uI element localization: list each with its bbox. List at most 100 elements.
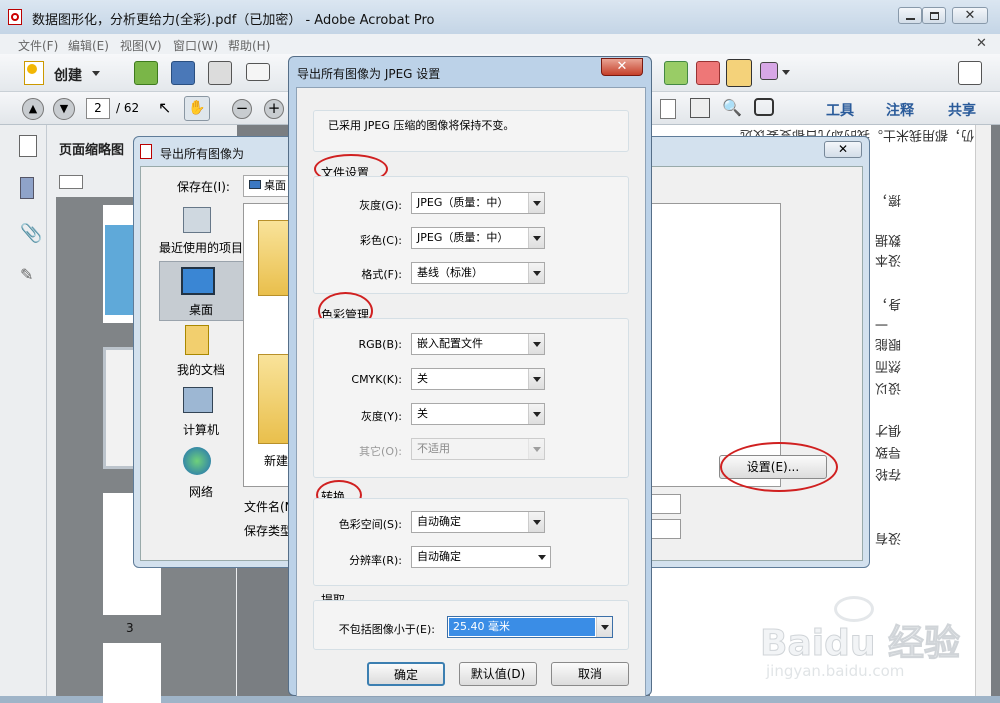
cmyk-select[interactable]: 关 (411, 368, 545, 390)
signature-icon[interactable]: ✎ (20, 265, 33, 284)
menu-view[interactable]: 视图(V) (120, 37, 162, 54)
create-button-label[interactable]: 创建 (54, 65, 82, 85)
place-recent-items[interactable]: 最近使用的项目 (151, 239, 251, 256)
desktop-icon (181, 267, 215, 295)
menu-bar: 文件(F) 编辑(E) 视图(V) 窗口(W) 帮助(H) ✕ (0, 34, 1000, 54)
close-window-button[interactable]: ✕ (952, 7, 988, 24)
exclude-label: 不包括图像小于(E): (338, 623, 435, 636)
rgb-select[interactable]: 嵌入配置文件 (411, 333, 545, 355)
thumbnail-options-icon[interactable] (59, 175, 83, 189)
gray-select[interactable]: 关 (411, 403, 545, 425)
chevron-down-icon (596, 617, 612, 637)
email-icon[interactable] (246, 63, 270, 81)
zoom-out-icon[interactable]: − (232, 99, 252, 119)
cancel-button[interactable]: 取消 (551, 662, 629, 686)
place-network[interactable]: 网络 (151, 483, 251, 500)
binoculars-icon[interactable] (754, 98, 774, 116)
menu-window[interactable]: 窗口(W) (173, 37, 218, 54)
next-page-icon[interactable]: ▼ (53, 98, 75, 120)
doc-text-line-12: 存轮 (875, 466, 902, 481)
info-box: 已采用 JPEG 压缩的图像将保持不变。 (313, 110, 629, 152)
recent-items-icon (183, 207, 211, 233)
doc-text-line-8: 然而 (875, 358, 902, 373)
grayscale-label: 灰度(G): (359, 199, 402, 212)
attachment-icon[interactable]: 📎 (20, 223, 42, 244)
colorspace-select[interactable]: 自动确定 (411, 511, 545, 533)
maximize-button[interactable] (922, 7, 946, 24)
chevron-down-icon (528, 512, 544, 532)
filename-input[interactable] (649, 494, 681, 514)
select-tool-icon[interactable]: ↖ (158, 98, 171, 117)
jpeg-settings-dialog: 导出所有图像为 JPEG 设置 ✕ 已采用 JPEG 压缩的图像将保持不变。 文… (288, 56, 652, 697)
color-label: 彩色(C): (360, 234, 402, 247)
exclude-size-select[interactable]: 25.40 毫米 (447, 616, 613, 638)
stamp-icon[interactable] (726, 59, 752, 87)
pdf-app-icon (8, 9, 22, 25)
save-in-select[interactable]: 桌面 (243, 175, 293, 197)
format-select[interactable]: 基线（标准） (411, 262, 545, 284)
doc-text-line-9: 设以 (875, 380, 902, 395)
thumbnail-page-4[interactable] (103, 643, 161, 703)
other-select-disabled[interactable]: 不适用 (411, 438, 545, 460)
link-add-icon[interactable] (664, 61, 688, 85)
create-dropdown-icon[interactable] (92, 71, 100, 76)
my-documents-icon (185, 325, 209, 355)
place-computer[interactable]: 计算机 (151, 421, 251, 438)
settings-button-highlight (720, 442, 838, 492)
menu-help[interactable]: 帮助(H) (228, 37, 270, 54)
page-icon[interactable] (660, 99, 676, 119)
doc-text-line-10: 俱才 (875, 422, 902, 437)
hand-tool-icon[interactable]: ✋ (184, 96, 210, 121)
cmyk-value: 关 (417, 372, 428, 385)
chevron-down-icon (528, 369, 544, 389)
doc-text-line-6: 一 (875, 316, 889, 331)
chevron-down-icon (528, 404, 544, 424)
navigation-pane-strip: 📎 ✎ (0, 125, 47, 696)
page-thumbnails-icon[interactable] (19, 135, 37, 157)
jpeg-dialog-body: 已采用 JPEG 压缩的图像将保持不变。 文件设置 灰度(G): JPEG（质量… (296, 87, 646, 697)
resolution-label: 分辨率(R): (349, 554, 402, 567)
place-desktop[interactable]: 桌面 (151, 301, 251, 318)
previous-page-icon[interactable]: ▲ (22, 98, 44, 120)
exclude-value: 25.40 毫米 (453, 620, 510, 633)
grayscale-select[interactable]: JPEG（质量：中） (411, 192, 545, 214)
snapshot-icon[interactable] (690, 98, 710, 118)
defaults-button[interactable]: 默认值(D) (459, 662, 537, 686)
jpeg-dialog-close-button[interactable]: ✕ (601, 58, 643, 76)
resolution-select[interactable]: 自动确定 (411, 546, 551, 568)
jpeg-note: 已采用 JPEG 压缩的图像将保持不变。 (328, 119, 515, 132)
print-icon[interactable] (208, 61, 232, 85)
places-bar: 最近使用的项目 桌面 我的文档 计算机 网络 (151, 203, 245, 555)
highlight-dropdown-icon[interactable] (782, 70, 790, 75)
link-remove-icon[interactable] (696, 61, 720, 85)
bookmark-icon[interactable] (20, 177, 34, 199)
fullscreen-icon[interactable] (958, 61, 982, 85)
export-dialog-close-button[interactable]: ✕ (824, 141, 862, 158)
search-icon[interactable]: 🔍 (722, 98, 742, 117)
colorspace-value: 自动确定 (417, 515, 461, 528)
title-bar: 数据图形化，分析更给力(全彩).pdf（已加密） - Adobe Acrobat… (0, 0, 1000, 34)
ok-button[interactable]: 确定 (367, 662, 445, 686)
color-select[interactable]: JPEG（质量：中） (411, 227, 545, 249)
filetype-select[interactable] (649, 519, 681, 539)
other-label: 其它(O): (359, 445, 402, 458)
tab-share[interactable]: 共享 (948, 100, 976, 120)
minimize-button[interactable] (898, 7, 922, 24)
format-value: 基线（标准） (417, 266, 483, 279)
export-dialog-title: 导出所有图像为 (160, 147, 245, 161)
menu-file[interactable]: 文件(F) (18, 37, 58, 54)
tab-tools[interactable]: 工具 (826, 100, 854, 120)
page-number-input[interactable]: 2 (86, 98, 110, 119)
tab-comment[interactable]: 注释 (886, 100, 914, 120)
close-document-icon[interactable]: ✕ (976, 36, 987, 51)
save-icon[interactable] (171, 61, 195, 85)
vertical-scrollbar[interactable] (975, 125, 991, 696)
zoom-in-icon[interactable]: + (264, 99, 284, 119)
grayscale-value: JPEG（质量：中） (417, 196, 509, 209)
place-my-documents[interactable]: 我的文档 (151, 361, 251, 378)
menu-edit[interactable]: 编辑(E) (68, 37, 109, 54)
open-folder-icon[interactable] (134, 61, 158, 85)
new-folder-label[interactable]: 新建 (264, 452, 288, 469)
create-icon[interactable] (24, 61, 44, 85)
highlight-icon[interactable] (760, 62, 778, 80)
